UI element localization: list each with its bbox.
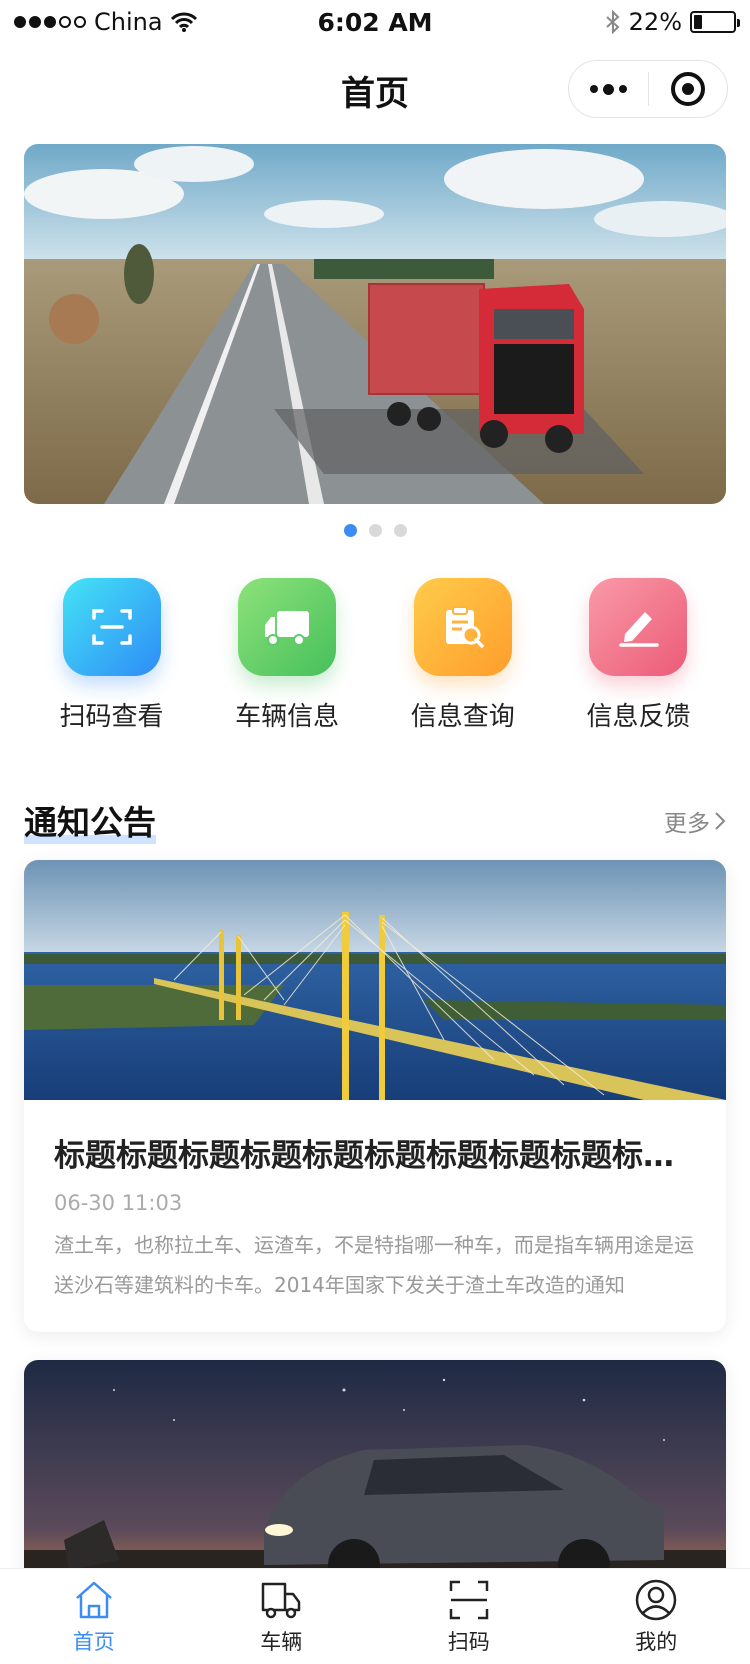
bridge-image xyxy=(24,860,726,1100)
news-desc: 渣土车，也称拉土车、运渣车，不是特指哪一种车，而是指车辆用途是运送沙石等建筑料的… xyxy=(54,1233,694,1297)
more-label: 更多 xyxy=(664,811,710,837)
truck-icon xyxy=(238,578,337,676)
tab-vehicle[interactable]: 车辆 xyxy=(188,1569,376,1664)
tab-home[interactable]: 首页 xyxy=(0,1569,188,1664)
news-time: 06-30 11:03 xyxy=(54,1191,183,1215)
battery-icon xyxy=(690,11,740,33)
wifi-icon xyxy=(170,12,197,32)
section-title-text: 通知公告 xyxy=(24,803,156,842)
banner-carousel[interactable] xyxy=(24,144,726,504)
quick-label-query: 信息查询 xyxy=(410,702,515,732)
quick-item-vehicle[interactable]: 车辆信息 xyxy=(200,578,375,733)
quick-label-vehicle: 车辆信息 xyxy=(235,702,340,732)
news-card[interactable]: 标题标题标题标题标题标题标题标题标题标题标题标题 06-30 11:03 渣土车… xyxy=(24,860,726,1332)
battery-level xyxy=(694,15,703,29)
close-icon[interactable] xyxy=(649,61,728,117)
carrier-label: China xyxy=(94,8,163,36)
user-icon xyxy=(636,1579,677,1620)
truck-banner-image xyxy=(24,144,726,504)
battery-group: 22% xyxy=(605,8,740,36)
scan-icon xyxy=(449,1580,488,1619)
news-card-body: 标题标题标题标题标题标题标题标题标题标题标题标题 06-30 11:03 渣土车… xyxy=(24,1100,726,1305)
more-options-icon[interactable] xyxy=(569,61,648,117)
carousel-indicator xyxy=(0,524,750,537)
more-link[interactable]: 更多 xyxy=(664,804,726,838)
carousel-dot[interactable] xyxy=(393,524,407,537)
battery-percent: 22% xyxy=(628,8,682,36)
tab-bar: 首页 车辆 扫码 我的 xyxy=(0,1568,750,1664)
carrier-group: China xyxy=(14,8,197,36)
quick-menu: 扫码查看 车辆信息 信息查询 信息反馈 xyxy=(24,578,726,733)
home-icon xyxy=(75,1581,112,1618)
tab-scan-label: 扫码 xyxy=(447,1629,490,1654)
scan-icon xyxy=(62,578,161,676)
truck-icon xyxy=(262,1582,301,1618)
quick-item-scan[interactable]: 扫码查看 xyxy=(24,578,199,733)
quick-item-query[interactable]: 信息查询 xyxy=(375,578,550,733)
bluetooth-icon xyxy=(605,10,620,34)
tab-scan[interactable]: 扫码 xyxy=(375,1569,563,1664)
edit-icon xyxy=(589,578,688,676)
nav-bar: 首页 xyxy=(0,44,750,132)
tab-mine-label: 我的 xyxy=(635,1629,678,1654)
carousel-dot[interactable] xyxy=(343,524,357,537)
chevron-right-icon xyxy=(715,812,726,830)
tab-vehicle-label: 车辆 xyxy=(260,1629,303,1654)
carousel-dot[interactable] xyxy=(368,524,382,537)
night-car-image xyxy=(24,1360,726,1600)
news-card[interactable] xyxy=(24,1360,726,1600)
section-title: 通知公告 xyxy=(24,796,156,844)
home-page: China 6:02 AM 22% 首页 扫码查看 车辆信息 信息查询 信息反馈… xyxy=(0,0,750,1664)
quick-label-feedback: 信息反馈 xyxy=(586,702,691,732)
clipboard-search-icon xyxy=(413,578,512,676)
miniprogram-capsule xyxy=(568,60,728,118)
news-title: 标题标题标题标题标题标题标题标题标题标题标题标题 xyxy=(54,1138,696,1174)
notice-section-header: 通知公告 更多 xyxy=(24,790,726,844)
tab-mine[interactable]: 我的 xyxy=(563,1569,750,1664)
quick-item-feedback[interactable]: 信息反馈 xyxy=(551,578,726,733)
signal-icon xyxy=(14,16,86,28)
status-bar: China 6:02 AM 22% xyxy=(0,0,750,44)
tab-home-label: 首页 xyxy=(72,1629,115,1654)
quick-label-scan: 扫码查看 xyxy=(59,702,164,732)
